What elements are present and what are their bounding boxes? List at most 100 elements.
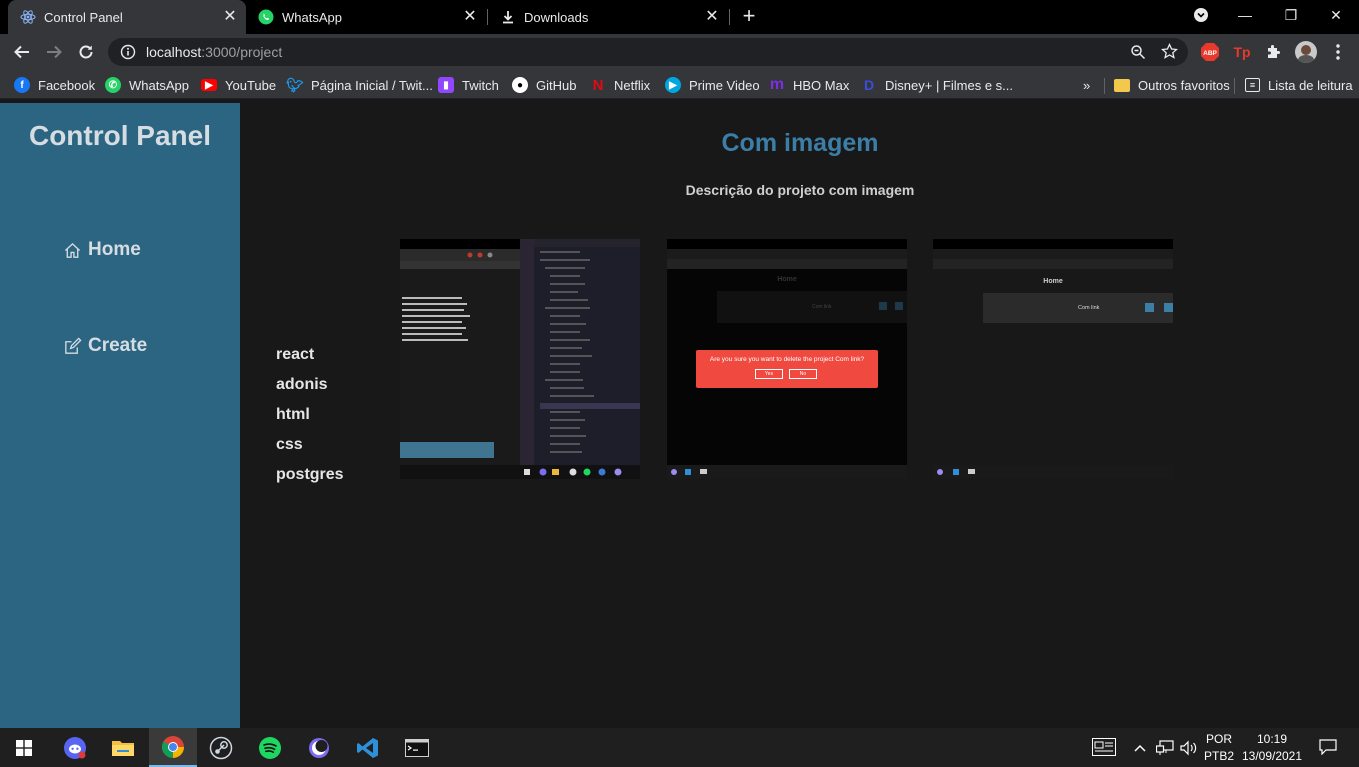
url-host: localhost	[146, 44, 202, 60]
thumbnail-button	[895, 302, 903, 310]
other-bookmarks-folder[interactable]: Outros favoritos	[1114, 75, 1230, 95]
thumbnail-taskbar	[667, 465, 907, 479]
bookmark-label: GitHub	[536, 77, 577, 93]
taskbar-vscode[interactable]	[344, 728, 392, 767]
language-indicator[interactable]: POR PTB2	[1203, 732, 1235, 763]
technology-item: adonis	[276, 376, 328, 393]
sidebar-item-home[interactable]: Home	[63, 239, 141, 261]
restore-button[interactable]: ❐	[1268, 0, 1314, 30]
spotify-icon	[259, 736, 281, 759]
bookmark-facebook[interactable]: f Facebook	[14, 75, 95, 95]
bookmark-twitter[interactable]: 🐦︎ Página Inicial / Twit...	[286, 75, 433, 95]
minimize-button[interactable]: —	[1222, 0, 1268, 30]
start-button[interactable]	[0, 728, 48, 767]
thumbnail-button	[1145, 303, 1154, 312]
bookmark-hbo-max[interactable]: m HBO Max	[769, 75, 849, 95]
taskbar-steam[interactable]	[197, 728, 245, 767]
reload-button[interactable]	[72, 38, 100, 66]
bookmark-disney[interactable]: D Disney+ | Filmes e s...	[861, 75, 1013, 95]
whatsapp-icon: ✆	[105, 77, 121, 93]
notification-icon	[1319, 739, 1337, 756]
close-icon: ✕	[1330, 6, 1342, 23]
taskbar-file-explorer[interactable]	[99, 728, 147, 767]
whatsapp-icon	[258, 9, 274, 25]
github-icon: ●	[512, 77, 528, 93]
taskbar-terminal[interactable]	[393, 728, 441, 767]
menu-button[interactable]	[1324, 38, 1352, 66]
bookmark-prime-video[interactable]: ▶ Prime Video	[665, 75, 760, 95]
bookmark-whatsapp[interactable]: ✆ WhatsApp	[105, 75, 189, 95]
close-window-button[interactable]: ✕	[1313, 0, 1359, 30]
taskbar-chrome[interactable]	[149, 728, 197, 767]
bookmarks-bar: f Facebook ✆ WhatsApp ▶ YouTube 🐦︎ Página In…	[0, 70, 1359, 99]
close-tab-icon[interactable]: ✕	[222, 9, 238, 25]
tab-title: WhatsApp	[282, 9, 342, 25]
thumbnail-bookmarks	[667, 259, 907, 269]
facebook-icon: f	[14, 77, 30, 93]
clock[interactable]: 10:19 13/09/2021	[1240, 732, 1304, 763]
project-description: Descrição do projeto com imagem	[685, 182, 915, 198]
svg-text:Tp: Tp	[1233, 44, 1250, 60]
bookmark-label: Página Inicial / Twit...	[311, 77, 433, 93]
close-tab-icon[interactable]: ✕	[704, 9, 720, 25]
tab-search-button[interactable]	[1178, 0, 1224, 30]
thumbnail-item-label: Com link	[1078, 305, 1100, 311]
thumbnail-button	[879, 302, 887, 310]
taskbar-spotify[interactable]	[246, 728, 294, 767]
more-bookmarks-button[interactable]: »	[1083, 75, 1090, 95]
chevron-up-icon[interactable]	[1134, 740, 1146, 758]
dialog-message: Are you sure you want to delete the proj…	[709, 356, 865, 363]
address-bar[interactable]: localhost:3000/project	[108, 38, 1188, 66]
bookmark-label: Disney+ | Filmes e s...	[885, 77, 1013, 93]
puzzle-icon	[1268, 45, 1280, 58]
network-icon[interactable]	[1155, 740, 1174, 761]
language-code: POR	[1205, 732, 1232, 746]
zoom-icon[interactable]	[1130, 44, 1146, 60]
technology-item: react	[276, 346, 315, 363]
notification-center-button[interactable]	[1319, 739, 1337, 760]
technology-item: css	[276, 436, 303, 453]
url-text[interactable]: localhost:3000/project	[146, 44, 282, 60]
react-icon	[20, 9, 36, 25]
tab-title: Downloads	[524, 9, 589, 25]
thumbnail-page: Home Com link Are you sure you want to d…	[667, 269, 907, 465]
thumbnail-item-label: Com link	[812, 304, 832, 310]
steam-icon	[209, 736, 233, 759]
tp-extension[interactable]: Tp	[1228, 38, 1256, 66]
close-tab-icon[interactable]: ✕	[462, 9, 478, 25]
extensions-button[interactable]	[1260, 38, 1288, 66]
bookmark-netflix[interactable]: N Netflix	[590, 75, 651, 95]
tab-downloads[interactable]: Downloads ✕	[488, 0, 728, 34]
bookmarks-separator	[1234, 78, 1235, 94]
chrome-icon	[162, 735, 184, 758]
info-icon[interactable]	[120, 44, 136, 60]
bookmark-star-icon[interactable]	[1161, 43, 1178, 60]
tab-whatsapp[interactable]: WhatsApp ✕	[246, 0, 486, 34]
news-widget-icon[interactable]	[1092, 738, 1116, 761]
volume-icon[interactable]	[1180, 740, 1198, 761]
bookmark-label: Prime Video	[689, 77, 760, 93]
back-arrow-icon	[14, 45, 29, 59]
reading-list-button[interactable]: ≡ Lista de leitura	[1245, 75, 1353, 95]
profile-button[interactable]	[1292, 38, 1320, 66]
bookmark-youtube[interactable]: ▶ YouTube	[201, 75, 276, 95]
technology-item: html	[276, 406, 310, 423]
bookmark-twitch[interactable]: ▮ Twitch	[438, 75, 499, 95]
adblock-extension[interactable]: ABP	[1196, 38, 1224, 66]
project-image-thumbnail[interactable]	[400, 239, 640, 479]
tab-control-panel[interactable]: Control Panel ✕	[8, 0, 246, 34]
project-image-thumbnail[interactable]: Home Com link Are you sure you want to d…	[667, 239, 907, 479]
discord-icon	[64, 736, 86, 759]
taskbar-app-purple[interactable]	[295, 728, 343, 767]
project-image-thumbnail[interactable]: Home Com link	[933, 239, 1173, 479]
clock-date: 13/09/2021	[1241, 749, 1303, 763]
thumbnail-page: Home Com link	[933, 269, 1173, 465]
moon-app-icon	[309, 737, 329, 758]
reload-icon	[79, 45, 93, 59]
bookmark-github[interactable]: ● GitHub	[512, 75, 576, 95]
taskbar-discord[interactable]	[51, 728, 99, 767]
sidebar-item-create[interactable]: Create	[63, 335, 147, 357]
new-tab-button[interactable]: +	[738, 5, 760, 27]
forward-button[interactable]	[40, 38, 68, 66]
back-button[interactable]	[8, 38, 36, 66]
